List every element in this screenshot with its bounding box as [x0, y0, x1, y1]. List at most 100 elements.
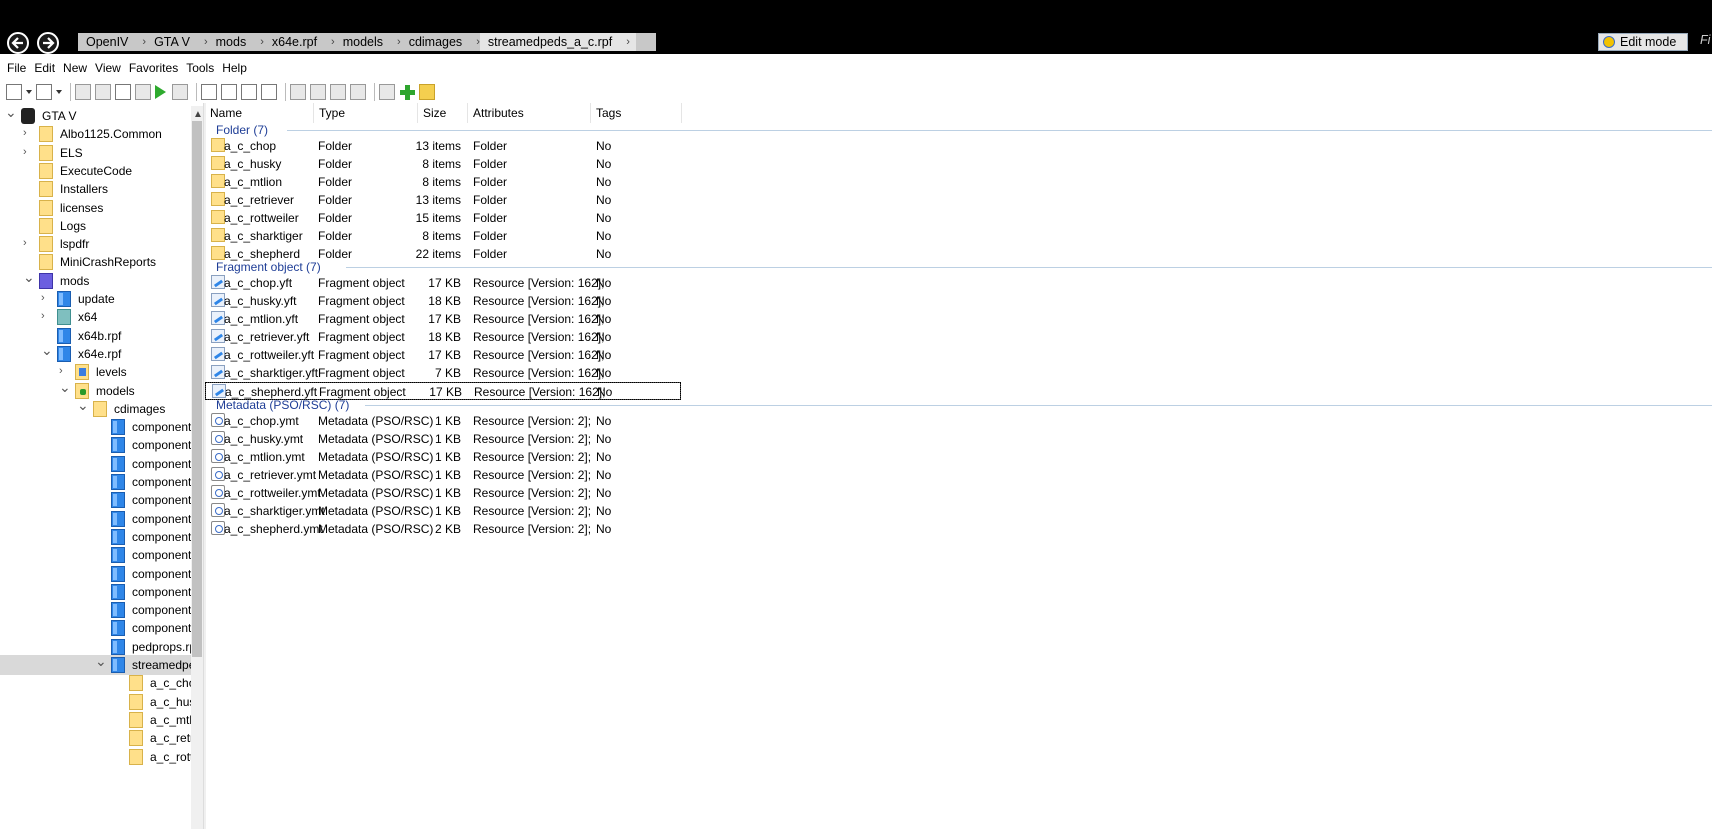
tree-item[interactable]: componentpe	[0, 545, 205, 565]
column-header-attributes[interactable]: Attributes	[468, 103, 591, 123]
find-field-partial[interactable]: Fi	[1700, 33, 1710, 47]
tree-item[interactable]: Installers	[0, 179, 205, 199]
table-row[interactable]: a_c_mtlion.yft Fragment object 17 KB Resour…	[205, 310, 681, 328]
tree-item[interactable]: › lspdfr	[0, 234, 205, 254]
tree-item[interactable]: componentpe	[0, 490, 205, 510]
table-row[interactable]: a_c_chop Folder 13 items Folder No	[205, 137, 681, 155]
settings-icon[interactable]	[95, 84, 111, 100]
new-file-dropdown-icon[interactable]	[26, 84, 32, 100]
breadcrumb-item[interactable]: streamedpeds_a_c.rpf ›	[479, 33, 636, 51]
table-row[interactable]: a_c_rottweiler Folder 15 items Folder No	[205, 209, 681, 227]
tree-item[interactable]: componentpe	[0, 618, 205, 638]
column-header-size[interactable]: Size	[418, 103, 468, 123]
table-row[interactable]: a_c_chop.yft Fragment object 17 KB Resource…	[205, 274, 681, 292]
tree-item[interactable]: a_c_mtlion	[0, 710, 205, 730]
tree-item[interactable]: licenses	[0, 198, 205, 218]
column-header-tags[interactable]: Tags	[591, 103, 682, 123]
rebuild-icon[interactable]	[350, 84, 366, 100]
tree-item[interactable]: ⌄ x64e.rpf	[0, 343, 205, 364]
tree-item[interactable]: › levels	[0, 362, 205, 382]
tree-item[interactable]: componentpe	[0, 582, 205, 602]
chevron-right-icon[interactable]: ›	[59, 366, 69, 377]
chevron-right-icon[interactable]: ›	[41, 293, 51, 304]
address-breadcrumb[interactable]: OpenIV › GTA V › mods › x64e.rpf › models › cdimag…	[78, 33, 656, 51]
tree-item[interactable]: ⌄ streamedpeds	[0, 654, 205, 675]
tree-item[interactable]: x64b.rpf	[0, 326, 205, 346]
chevron-down-icon[interactable]: ⌄	[59, 380, 71, 394]
tree-item[interactable]: componentpe	[0, 417, 205, 437]
chevron-down-icon[interactable]: ⌄	[5, 106, 17, 119]
table-row[interactable]: a_c_chop.ymt Metadata (PSO/RSC) 1 KB Resour…	[205, 412, 681, 430]
tree-item[interactable]: componentpe	[0, 472, 205, 492]
run-icon[interactable]	[155, 85, 166, 99]
chevron-down-icon[interactable]: ⌄	[77, 398, 89, 412]
chevron-right-icon[interactable]: ›	[41, 311, 51, 322]
tree-item[interactable]: componentpe	[0, 454, 205, 474]
tree-item[interactable]: ⌄ models	[0, 380, 205, 401]
tree-item[interactable]: › ELS	[0, 143, 205, 163]
table-row[interactable]: a_c_husky.yft Fragment object 18 KB Resourc…	[205, 292, 681, 310]
tree-item[interactable]: a_c_chop	[0, 673, 205, 693]
tree-item[interactable]: a_c_rottw	[0, 747, 205, 767]
group-header[interactable]: Fragment object (7)	[216, 259, 321, 275]
chevron-down-icon[interactable]: ⌄	[95, 654, 107, 668]
tree-item[interactable]: componentpe	[0, 600, 205, 620]
menu-tools[interactable]: Tools	[179, 61, 214, 75]
tree-item[interactable]: a_c_retrie	[0, 728, 205, 748]
tree-item[interactable]: › Albo1125.Common	[0, 124, 205, 144]
tree-item[interactable]: a_c_husky	[0, 692, 205, 712]
tree-item[interactable]: › x64	[0, 307, 205, 327]
back-button[interactable]	[7, 32, 29, 54]
table-row[interactable]: a_c_shepherd.ymt Metadata (PSO/RSC) 2 KB Re…	[205, 520, 681, 538]
search-icon[interactable]	[221, 84, 237, 100]
export-icon[interactable]	[290, 84, 306, 100]
table-row[interactable]: a_c_sharktiger Folder 8 items Folder No	[205, 227, 681, 245]
breadcrumb-item[interactable]: OpenIV ›	[78, 33, 146, 51]
chevron-right-icon[interactable]: ›	[23, 146, 33, 157]
table-row[interactable]: a_c_retriever.ymt Metadata (PSO/RSC) 1 KB R…	[205, 466, 681, 484]
import-dropdown-icon[interactable]	[56, 84, 62, 100]
chevron-down-icon[interactable]: ⌄	[23, 270, 35, 284]
menu-favorites[interactable]: Favorites	[122, 61, 178, 75]
menu-new[interactable]: New	[56, 61, 87, 75]
new-file-icon[interactable]	[6, 84, 22, 100]
tree-item[interactable]: componentpe	[0, 527, 205, 547]
table-row[interactable]: a_c_rottweiler.ymt Metadata (PSO/RSC) 1 KB…	[205, 484, 681, 502]
edit-mode-button[interactable]: Edit mode	[1598, 33, 1688, 51]
tree-item[interactable]: componentpe	[0, 509, 205, 529]
tree-item[interactable]: ⌄ cdimages	[0, 398, 205, 419]
table-row[interactable]: a_c_husky Folder 8 items Folder No	[205, 155, 681, 173]
scrollbar-thumb[interactable]	[192, 121, 202, 657]
scroll-up-icon[interactable]: ▲	[193, 109, 203, 120]
add-icon[interactable]	[399, 84, 415, 100]
chevron-right-icon[interactable]: ›	[23, 238, 33, 249]
table-row[interactable]: a_c_mtlion Folder 8 items Folder No	[205, 173, 681, 191]
tree-item[interactable]: Logs	[0, 216, 205, 236]
breadcrumb-item[interactable]: GTA V ›	[146, 33, 208, 51]
document-icon[interactable]	[241, 84, 257, 100]
edit-icon[interactable]	[201, 84, 217, 100]
tree-item[interactable]: ⌄ mods	[0, 270, 205, 291]
breadcrumb-item[interactable]: cdimages ›	[401, 33, 480, 51]
table-row[interactable]: a_c_mtlion.ymt Metadata (PSO/RSC) 1 KB Reso…	[205, 448, 681, 466]
column-header-name[interactable]: Name	[205, 103, 314, 123]
breadcrumb-item[interactable]: models ›	[335, 33, 401, 51]
chevron-right-icon[interactable]: ›	[23, 128, 33, 139]
import-icon[interactable]	[36, 84, 52, 100]
group-header[interactable]: Folder (7)	[216, 122, 268, 138]
menu-file[interactable]: File	[0, 61, 26, 75]
new-folder-icon[interactable]	[419, 84, 435, 100]
text-icon[interactable]	[261, 84, 277, 100]
open-icon[interactable]	[75, 84, 91, 100]
checklist-icon[interactable]	[115, 84, 131, 100]
forward-button[interactable]	[37, 32, 59, 54]
copy-icon[interactable]	[310, 84, 326, 100]
table-row[interactable]: a_c_retriever Folder 13 items Folder No	[205, 191, 681, 209]
menu-edit[interactable]: Edit	[27, 61, 55, 75]
column-header-type[interactable]: Type	[314, 103, 418, 123]
save-icon[interactable]	[172, 84, 188, 100]
replace-icon[interactable]	[330, 84, 346, 100]
tree-item[interactable]: ExecuteCode	[0, 161, 205, 181]
chevron-down-icon[interactable]: ⌄	[41, 343, 53, 357]
tree-scrollbar[interactable]: ▲	[191, 106, 203, 829]
